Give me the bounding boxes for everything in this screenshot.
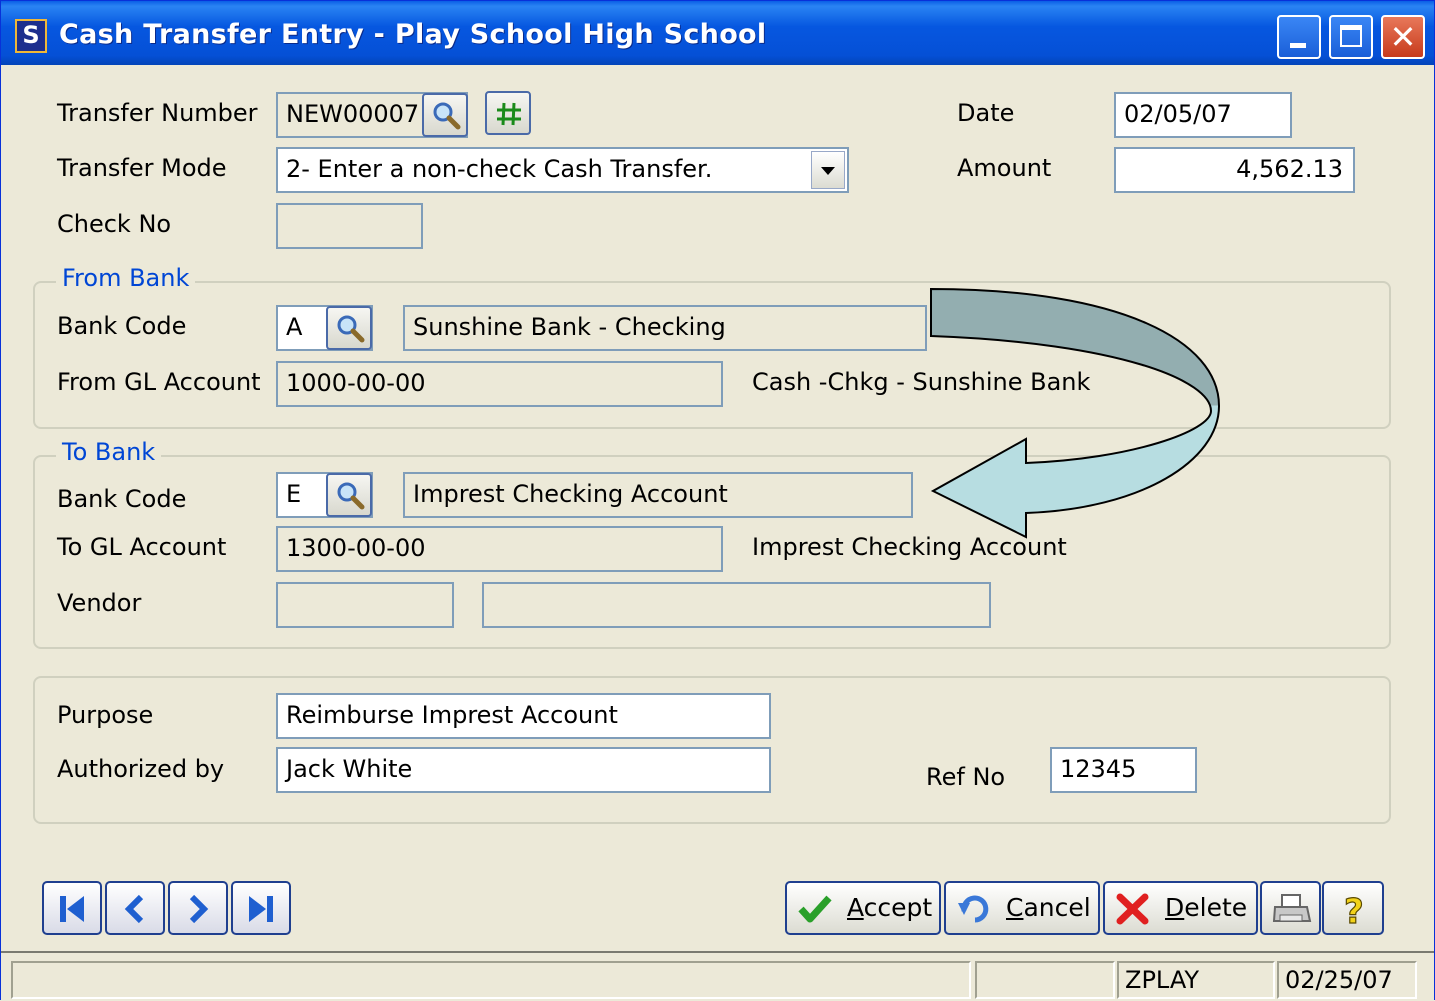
chevron-down-icon — [821, 167, 835, 175]
ref-no-field[interactable]: 12345 — [1050, 747, 1197, 793]
help-button[interactable]: ? — [1322, 881, 1384, 935]
dropdown-arrow-button[interactable] — [811, 151, 845, 189]
delete-button[interactable]: Delete — [1103, 881, 1258, 935]
transfer-mode-label: Transfer Mode — [57, 154, 227, 182]
cash-transfer-window: S Cash Transfer Entry - Play School High… — [0, 0, 1435, 1001]
transfer-mode-value: 2- Enter a non-check Cash Transfer. — [286, 155, 713, 183]
close-icon: ✕ — [1389, 18, 1417, 56]
delete-label: Delete — [1165, 893, 1248, 922]
next-record-icon — [189, 894, 209, 924]
first-record-button[interactable] — [42, 881, 102, 935]
status-cell-user: ZPLAY — [1117, 961, 1275, 999]
status-cell-blank — [975, 961, 1115, 999]
minimize-button[interactable] — [1277, 15, 1321, 59]
to-bank-legend: To Bank — [56, 438, 162, 466]
close-button[interactable]: ✕ — [1381, 15, 1425, 59]
svg-text:?: ? — [1344, 893, 1364, 929]
transfer-number-label: Transfer Number — [57, 99, 258, 127]
help-question-icon: ? — [1343, 893, 1364, 929]
purpose-label: Purpose — [57, 701, 154, 729]
to-gl-account-label: To GL Account — [57, 533, 227, 561]
next-number-button[interactable] — [485, 91, 531, 135]
vendor-label: Vendor — [57, 589, 142, 617]
printer-icon — [1272, 894, 1312, 922]
ref-no-label: Ref No — [926, 763, 1006, 791]
status-bar: ZPLAY 02/25/07 — [1, 951, 1434, 1001]
last-record-button[interactable] — [231, 881, 291, 935]
check-no-field[interactable] — [276, 203, 423, 249]
magnifier-icon — [337, 482, 365, 510]
magnifier-icon — [337, 315, 365, 343]
print-button[interactable] — [1260, 881, 1321, 935]
transfer-number-lookup-button[interactable] — [422, 93, 468, 137]
vendor-code-field[interactable] — [276, 582, 454, 628]
amount-field[interactable]: 4,562.13 — [1114, 147, 1355, 193]
purpose-field[interactable]: Reimburse Imprest Account — [276, 693, 771, 739]
to-bank-code-label: Bank Code — [57, 485, 187, 513]
last-record-icon — [249, 896, 273, 922]
vendor-name-field — [482, 582, 991, 628]
hash-icon — [497, 102, 521, 126]
amount-label: Amount — [957, 154, 1052, 182]
red-x-icon — [1116, 893, 1149, 925]
previous-record-icon — [124, 894, 144, 924]
title-bar[interactable]: S Cash Transfer Entry - Play School High… — [1, 1, 1434, 65]
undo-icon — [958, 895, 989, 923]
date-label: Date — [957, 99, 1015, 127]
status-cell-message — [11, 961, 971, 999]
checkmark-icon — [798, 895, 832, 923]
magnifier-icon — [433, 102, 461, 130]
window-title: Cash Transfer Entry - Play School High S… — [59, 19, 767, 50]
accept-label: Accept — [847, 893, 933, 922]
status-cell-date: 02/25/07 — [1277, 961, 1417, 999]
cancel-label: Cancel — [1006, 893, 1091, 922]
maximize-button[interactable] — [1329, 15, 1373, 59]
from-gl-account-label: From GL Account — [57, 368, 261, 396]
from-bank-lookup-button[interactable] — [326, 306, 372, 350]
to-gl-account-field[interactable]: 1300-00-00 — [276, 526, 723, 572]
transfer-flow-arrow — [930, 287, 1221, 539]
from-bank-name-field: Sunshine Bank - Checking — [403, 305, 927, 351]
to-bank-code-value: E — [286, 480, 302, 508]
previous-record-button[interactable] — [105, 881, 165, 935]
transfer-number-value: NEW00007 — [286, 100, 420, 128]
next-record-button[interactable] — [168, 881, 228, 935]
accept-button[interactable]: Accept — [785, 881, 941, 935]
app-icon[interactable]: S — [15, 19, 47, 53]
authorized-by-field[interactable]: Jack White — [276, 747, 771, 793]
from-gl-account-field[interactable]: 1000-00-00 — [276, 361, 723, 407]
from-bank-code-label: Bank Code — [57, 312, 187, 340]
date-field[interactable]: 02/05/07 — [1114, 92, 1292, 138]
check-no-label: Check No — [57, 210, 172, 238]
transfer-mode-select[interactable]: 2- Enter a non-check Cash Transfer. — [276, 147, 849, 193]
authorized-by-label: Authorized by — [57, 755, 225, 783]
to-bank-lookup-button[interactable] — [326, 473, 372, 517]
cancel-button[interactable]: Cancel — [944, 881, 1100, 935]
from-bank-legend: From Bank — [56, 264, 196, 292]
first-record-icon — [60, 896, 84, 922]
from-bank-code-value: A — [286, 313, 303, 341]
to-bank-name-field: Imprest Checking Account — [403, 472, 913, 518]
